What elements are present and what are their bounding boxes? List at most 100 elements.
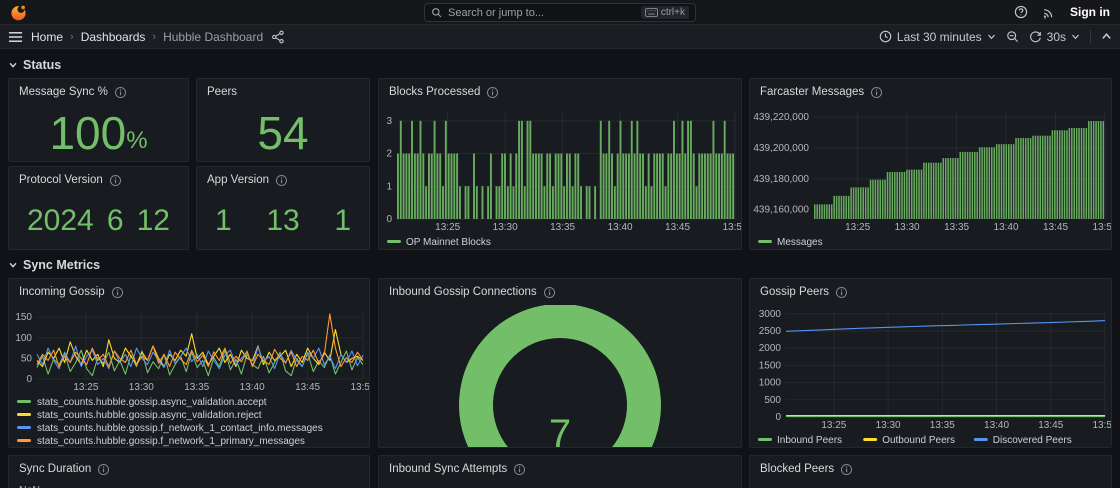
- svg-text:13:25: 13:25: [73, 382, 98, 393]
- search-icon: [431, 7, 442, 18]
- svg-text:Messages: Messages: [777, 237, 823, 248]
- svg-text:Discovered Peers: Discovered Peers: [993, 435, 1072, 446]
- search-placeholder: Search or jump to...: [448, 7, 635, 19]
- svg-text:13:30: 13:30: [895, 222, 920, 233]
- info-icon[interactable]: [486, 86, 499, 99]
- breadcrumb-separator: ›: [152, 31, 156, 43]
- time-range-picker[interactable]: Last 30 minutes: [879, 30, 996, 44]
- panel-title[interactable]: App Version: [207, 174, 269, 186]
- grafana-logo[interactable]: [10, 4, 27, 21]
- svg-text:13:25: 13:25: [845, 222, 870, 233]
- panel-header[interactable]: Message Sync %: [9, 79, 188, 105]
- chevron-down-icon: [8, 60, 18, 70]
- panel-title[interactable]: Protocol Version: [19, 174, 103, 186]
- svg-text:1: 1: [386, 181, 392, 192]
- svg-text:0: 0: [386, 214, 392, 225]
- panel-header[interactable]: Gossip Peers: [750, 279, 1111, 305]
- svg-text:13:50: 13:50: [722, 222, 741, 233]
- svg-text:13:25: 13:25: [435, 222, 460, 233]
- panel-header[interactable]: App Version: [197, 167, 369, 193]
- info-icon[interactable]: [513, 463, 526, 476]
- news-rss-icon[interactable]: [1042, 5, 1056, 19]
- share-icon[interactable]: [271, 30, 285, 44]
- panel-title[interactable]: Inbound Gossip Connections: [389, 286, 537, 298]
- message-sync-unit: %: [126, 127, 147, 155]
- svg-text:50: 50: [21, 353, 33, 364]
- sign-in-button[interactable]: Sign in: [1070, 5, 1110, 19]
- zoom-out-button[interactable]: [1006, 30, 1019, 43]
- panel-title[interactable]: Farcaster Messages: [760, 86, 864, 98]
- panel-title[interactable]: Inbound Sync Attempts: [389, 463, 507, 475]
- section-title: Status: [23, 58, 61, 72]
- info-icon[interactable]: [840, 463, 853, 476]
- panel-header[interactable]: Inbound Sync Attempts: [379, 456, 741, 482]
- inbound-gossip-gauge[interactable]: 7: [379, 305, 741, 447]
- svg-text:stats_counts.hubble.gossip.asy: stats_counts.hubble.gossip.async_validat…: [37, 410, 262, 421]
- svg-text:stats_counts.hubble.gossip.f_n: stats_counts.hubble.gossip.f_network_1_c…: [37, 423, 323, 434]
- svg-text:3: 3: [386, 116, 392, 127]
- panel-header[interactable]: Protocol Version: [9, 167, 188, 193]
- svg-text:2500: 2500: [759, 326, 782, 337]
- info-icon[interactable]: [543, 286, 556, 299]
- toolbar-divider: [1090, 30, 1091, 44]
- svg-text:1500: 1500: [759, 360, 782, 371]
- info-icon[interactable]: [275, 174, 288, 187]
- section-sync-metrics[interactable]: Sync Metrics: [8, 258, 100, 272]
- svg-text:13:40: 13:40: [608, 222, 633, 233]
- sync-duration-axis: NaN: [9, 482, 369, 488]
- panel-title[interactable]: Incoming Gossip: [19, 286, 105, 298]
- clock-icon: [879, 30, 892, 43]
- panel-header[interactable]: Inbound Gossip Connections: [379, 279, 741, 305]
- panel-title[interactable]: Blocked Peers: [760, 463, 834, 475]
- panel-header[interactable]: Incoming Gossip: [9, 279, 369, 305]
- protocol-version-values: 2024 6 12: [9, 193, 188, 249]
- svg-text:stats_counts.hubble.gossip.f_n: stats_counts.hubble.gossip.f_network_1_p…: [37, 436, 305, 447]
- panel-header[interactable]: Sync Duration: [9, 456, 369, 482]
- incoming-gossip-chart[interactable]: 05010015013:2513:3013:3513:4013:4513:50s…: [9, 305, 369, 447]
- svg-text:13:25: 13:25: [821, 420, 846, 431]
- panel-blocks-processed: Blocks Processed 012313:2513:3013:3513:4…: [378, 78, 742, 250]
- blocks-processed-chart[interactable]: 012313:2513:3013:3513:4013:4513:50OP Mai…: [379, 105, 741, 249]
- refresh-picker[interactable]: 30s: [1029, 30, 1080, 44]
- app-minor: 13: [266, 204, 299, 238]
- info-icon[interactable]: [111, 286, 124, 299]
- info-icon[interactable]: [109, 174, 122, 187]
- svg-text:13:45: 13:45: [295, 382, 320, 393]
- panel-title[interactable]: Gossip Peers: [760, 286, 829, 298]
- help-icon[interactable]: [1014, 5, 1028, 19]
- breadcrumb: Home › Dashboards › Hubble Dashboard: [31, 30, 263, 44]
- breadcrumb-dashboards[interactable]: Dashboards: [81, 30, 146, 44]
- menu-hamburger-icon[interactable]: [8, 31, 23, 43]
- app-version-values: 1 13 1: [197, 193, 369, 249]
- peers-value: 54: [257, 110, 308, 156]
- panel-title[interactable]: Sync Duration: [19, 463, 91, 475]
- search-input[interactable]: Search or jump to... ctrl+k: [424, 3, 696, 22]
- panel-header[interactable]: Farcaster Messages: [750, 79, 1111, 105]
- svg-text:13:45: 13:45: [1038, 420, 1063, 431]
- info-icon[interactable]: [835, 286, 848, 299]
- svg-text:13:30: 13:30: [493, 222, 518, 233]
- shortcut-label: ctrl+k: [661, 7, 685, 18]
- panel-header[interactable]: Blocks Processed: [379, 79, 741, 105]
- panel-title[interactable]: Message Sync %: [19, 86, 108, 98]
- svg-text:2: 2: [386, 149, 392, 160]
- info-icon[interactable]: [97, 463, 110, 476]
- panel-header[interactable]: Peers: [197, 79, 369, 105]
- collapse-chevron-up-button[interactable]: [1101, 31, 1112, 42]
- farcaster-messages-chart[interactable]: 439,160,000439,180,000439,200,000439,220…: [750, 105, 1111, 249]
- grafana-dashboard: { "topnav": { "search_placeholder": "Sea…: [0, 0, 1120, 488]
- svg-text:13:30: 13:30: [876, 420, 901, 431]
- info-icon[interactable]: [114, 86, 127, 99]
- info-icon[interactable]: [870, 86, 883, 99]
- svg-text:13:35: 13:35: [944, 222, 969, 233]
- panel-inbound-sync-attempts: Inbound Sync Attempts: [378, 455, 742, 488]
- section-status[interactable]: Status: [8, 58, 61, 72]
- svg-text:13:40: 13:40: [994, 222, 1019, 233]
- breadcrumb-home[interactable]: Home: [31, 30, 63, 44]
- gossip-peers-chart[interactable]: 05001000150020002500300013:2513:3013:351…: [750, 305, 1111, 447]
- panel-blocked-peers: Blocked Peers: [749, 455, 1112, 488]
- panel-header[interactable]: Blocked Peers: [750, 456, 1111, 482]
- panel-title[interactable]: Blocks Processed: [389, 86, 480, 98]
- panel-title[interactable]: Peers: [207, 86, 237, 98]
- protocol-month: 6: [107, 204, 124, 238]
